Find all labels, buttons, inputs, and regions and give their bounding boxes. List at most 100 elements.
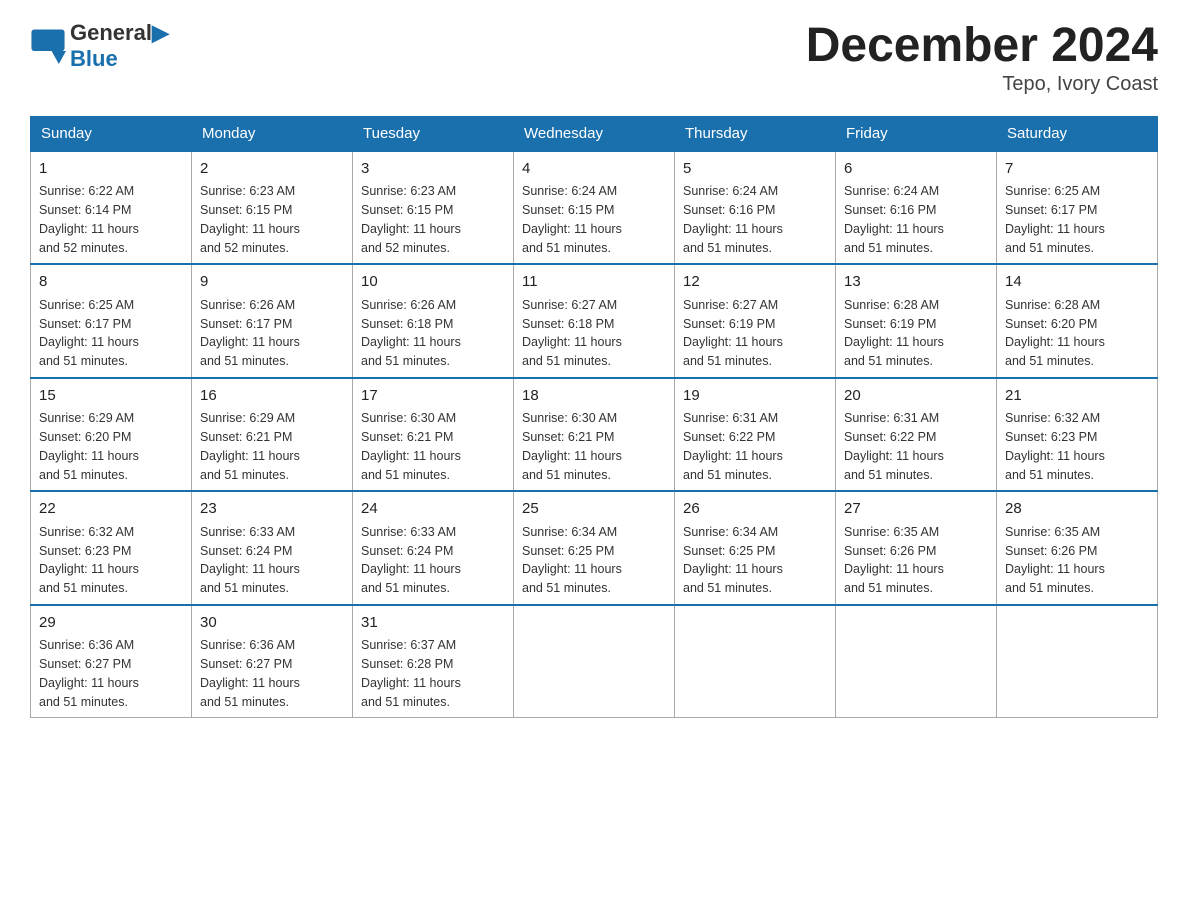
day-number: 18 [522,385,666,408]
calendar-table: SundayMondayTuesdayWednesdayThursdayFrid… [30,116,1158,719]
day-info: Sunrise: 6:24 AM Sunset: 6:16 PM Dayligh… [683,182,827,257]
day-info: Sunrise: 6:23 AM Sunset: 6:15 PM Dayligh… [361,182,505,257]
calendar-cell: 11 Sunrise: 6:27 AM Sunset: 6:18 PM Dayl… [514,264,675,378]
logo-text: General▶ [70,20,169,46]
day-header-saturday: Saturday [997,116,1158,151]
day-number: 8 [39,271,183,294]
day-info: Sunrise: 6:27 AM Sunset: 6:18 PM Dayligh… [522,296,666,371]
calendar-cell: 16 Sunrise: 6:29 AM Sunset: 6:21 PM Dayl… [192,378,353,492]
calendar-cell: 4 Sunrise: 6:24 AM Sunset: 6:15 PM Dayli… [514,151,675,265]
calendar-cell: 18 Sunrise: 6:30 AM Sunset: 6:21 PM Dayl… [514,378,675,492]
day-info: Sunrise: 6:29 AM Sunset: 6:21 PM Dayligh… [200,409,344,484]
day-number: 30 [200,612,344,635]
calendar-cell: 21 Sunrise: 6:32 AM Sunset: 6:23 PM Dayl… [997,378,1158,492]
title-block: December 2024 Tepo, Ivory Coast [806,20,1158,96]
logo-icon [30,28,66,64]
day-info: Sunrise: 6:33 AM Sunset: 6:24 PM Dayligh… [200,523,344,598]
calendar-cell: 23 Sunrise: 6:33 AM Sunset: 6:24 PM Dayl… [192,491,353,605]
calendar-cell: 20 Sunrise: 6:31 AM Sunset: 6:22 PM Dayl… [836,378,997,492]
day-number: 29 [39,612,183,635]
calendar-subtitle: Tepo, Ivory Coast [806,73,1158,96]
day-info: Sunrise: 6:26 AM Sunset: 6:18 PM Dayligh… [361,296,505,371]
day-number: 20 [844,385,988,408]
calendar-week-row: 29 Sunrise: 6:36 AM Sunset: 6:27 PM Dayl… [31,605,1158,718]
day-number: 2 [200,158,344,181]
day-number: 16 [200,385,344,408]
day-number: 7 [1005,158,1149,181]
calendar-cell [675,605,836,718]
calendar-cell: 28 Sunrise: 6:35 AM Sunset: 6:26 PM Dayl… [997,491,1158,605]
day-info: Sunrise: 6:34 AM Sunset: 6:25 PM Dayligh… [522,523,666,598]
day-number: 13 [844,271,988,294]
logo: General▶ Blue [30,20,169,72]
day-header-thursday: Thursday [675,116,836,151]
calendar-cell [997,605,1158,718]
day-info: Sunrise: 6:33 AM Sunset: 6:24 PM Dayligh… [361,523,505,598]
day-info: Sunrise: 6:35 AM Sunset: 6:26 PM Dayligh… [1005,523,1149,598]
day-number: 27 [844,498,988,521]
day-number: 12 [683,271,827,294]
day-info: Sunrise: 6:25 AM Sunset: 6:17 PM Dayligh… [39,296,183,371]
day-info: Sunrise: 6:25 AM Sunset: 6:17 PM Dayligh… [1005,182,1149,257]
page-header: General▶ Blue December 2024 Tepo, Ivory … [30,20,1158,96]
calendar-cell [514,605,675,718]
calendar-cell: 7 Sunrise: 6:25 AM Sunset: 6:17 PM Dayli… [997,151,1158,265]
day-number: 9 [200,271,344,294]
day-info: Sunrise: 6:29 AM Sunset: 6:20 PM Dayligh… [39,409,183,484]
calendar-cell: 25 Sunrise: 6:34 AM Sunset: 6:25 PM Dayl… [514,491,675,605]
day-info: Sunrise: 6:28 AM Sunset: 6:20 PM Dayligh… [1005,296,1149,371]
calendar-cell [836,605,997,718]
day-info: Sunrise: 6:34 AM Sunset: 6:25 PM Dayligh… [683,523,827,598]
calendar-week-row: 1 Sunrise: 6:22 AM Sunset: 6:14 PM Dayli… [31,151,1158,265]
calendar-cell: 14 Sunrise: 6:28 AM Sunset: 6:20 PM Dayl… [997,264,1158,378]
day-info: Sunrise: 6:35 AM Sunset: 6:26 PM Dayligh… [844,523,988,598]
day-info: Sunrise: 6:32 AM Sunset: 6:23 PM Dayligh… [1005,409,1149,484]
day-number: 31 [361,612,505,635]
day-number: 22 [39,498,183,521]
day-number: 21 [1005,385,1149,408]
calendar-cell: 8 Sunrise: 6:25 AM Sunset: 6:17 PM Dayli… [31,264,192,378]
day-info: Sunrise: 6:23 AM Sunset: 6:15 PM Dayligh… [200,182,344,257]
day-number: 4 [522,158,666,181]
calendar-cell: 2 Sunrise: 6:23 AM Sunset: 6:15 PM Dayli… [192,151,353,265]
day-number: 17 [361,385,505,408]
day-number: 3 [361,158,505,181]
day-header-monday: Monday [192,116,353,151]
calendar-title: December 2024 [806,20,1158,73]
calendar-cell: 15 Sunrise: 6:29 AM Sunset: 6:20 PM Dayl… [31,378,192,492]
calendar-cell: 27 Sunrise: 6:35 AM Sunset: 6:26 PM Dayl… [836,491,997,605]
logo-blue: Blue [70,46,169,72]
calendar-week-row: 22 Sunrise: 6:32 AM Sunset: 6:23 PM Dayl… [31,491,1158,605]
day-info: Sunrise: 6:28 AM Sunset: 6:19 PM Dayligh… [844,296,988,371]
day-info: Sunrise: 6:27 AM Sunset: 6:19 PM Dayligh… [683,296,827,371]
calendar-cell: 19 Sunrise: 6:31 AM Sunset: 6:22 PM Dayl… [675,378,836,492]
calendar-cell: 3 Sunrise: 6:23 AM Sunset: 6:15 PM Dayli… [353,151,514,265]
calendar-header-row: SundayMondayTuesdayWednesdayThursdayFrid… [31,116,1158,151]
day-info: Sunrise: 6:26 AM Sunset: 6:17 PM Dayligh… [200,296,344,371]
calendar-week-row: 8 Sunrise: 6:25 AM Sunset: 6:17 PM Dayli… [31,264,1158,378]
calendar-cell: 9 Sunrise: 6:26 AM Sunset: 6:17 PM Dayli… [192,264,353,378]
calendar-cell: 6 Sunrise: 6:24 AM Sunset: 6:16 PM Dayli… [836,151,997,265]
calendar-cell: 24 Sunrise: 6:33 AM Sunset: 6:24 PM Dayl… [353,491,514,605]
calendar-cell: 1 Sunrise: 6:22 AM Sunset: 6:14 PM Dayli… [31,151,192,265]
day-info: Sunrise: 6:32 AM Sunset: 6:23 PM Dayligh… [39,523,183,598]
calendar-week-row: 15 Sunrise: 6:29 AM Sunset: 6:20 PM Dayl… [31,378,1158,492]
calendar-cell: 17 Sunrise: 6:30 AM Sunset: 6:21 PM Dayl… [353,378,514,492]
calendar-cell: 13 Sunrise: 6:28 AM Sunset: 6:19 PM Dayl… [836,264,997,378]
calendar-cell: 29 Sunrise: 6:36 AM Sunset: 6:27 PM Dayl… [31,605,192,718]
calendar-cell: 12 Sunrise: 6:27 AM Sunset: 6:19 PM Dayl… [675,264,836,378]
day-number: 24 [361,498,505,521]
day-header-wednesday: Wednesday [514,116,675,151]
calendar-cell: 30 Sunrise: 6:36 AM Sunset: 6:27 PM Dayl… [192,605,353,718]
day-info: Sunrise: 6:36 AM Sunset: 6:27 PM Dayligh… [39,636,183,711]
day-info: Sunrise: 6:24 AM Sunset: 6:16 PM Dayligh… [844,182,988,257]
day-number: 28 [1005,498,1149,521]
day-number: 15 [39,385,183,408]
calendar-cell: 22 Sunrise: 6:32 AM Sunset: 6:23 PM Dayl… [31,491,192,605]
day-header-sunday: Sunday [31,116,192,151]
day-info: Sunrise: 6:22 AM Sunset: 6:14 PM Dayligh… [39,182,183,257]
day-info: Sunrise: 6:31 AM Sunset: 6:22 PM Dayligh… [844,409,988,484]
day-number: 19 [683,385,827,408]
day-number: 6 [844,158,988,181]
day-header-friday: Friday [836,116,997,151]
